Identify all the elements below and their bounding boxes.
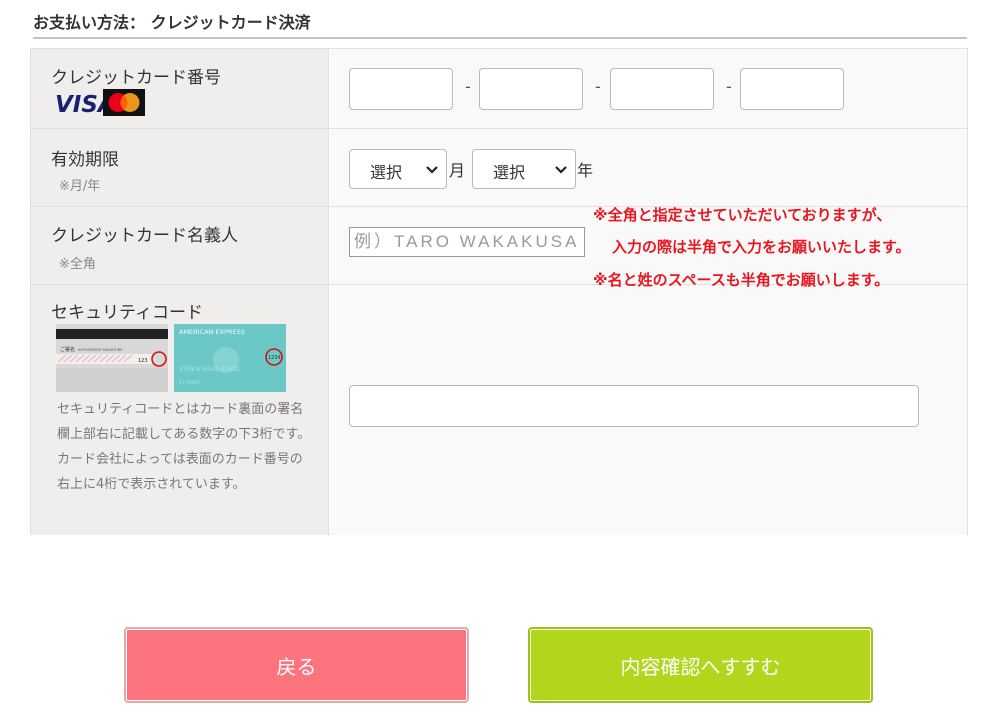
card-number-input-2[interactable] [479, 68, 583, 110]
expiry-field: 選択 月 選択 年 [330, 129, 967, 206]
chevron-down-icon [555, 166, 567, 174]
expiry-label: 有効期限 [51, 150, 119, 170]
svg-text:123: 123 [138, 358, 148, 364]
holder-notice-line-2: 入力の際は半角で入力をお願いいたします。 [612, 238, 911, 256]
label-cell: クレジットカード番号 VISA [31, 49, 329, 128]
select-value: 選択 [493, 163, 526, 182]
card-number-input-1[interactable] [349, 68, 453, 110]
row-expiry: 有効期限 ※月/年 選択 月 選択 年 [31, 129, 967, 207]
security-code-field [330, 285, 967, 535]
label-cell: 有効期限 ※月/年 [31, 129, 329, 206]
label-cell: セキュリティコード ご署名 AUTHORIZED SIGNATURE 123 A… [31, 285, 329, 535]
section-title: お支払い方法： クレジットカード決済 [33, 9, 967, 39]
separator: - [726, 77, 732, 96]
card-holder-note: ※全角 [59, 257, 96, 272]
payment-form-table: クレジットカード番号 VISA - - - 有効期限 ※月/年 選択 月 選択 … [30, 48, 968, 535]
card-holder-input[interactable] [349, 227, 585, 257]
mastercard-icon [103, 89, 145, 116]
svg-text:C F FROST: C F FROST [179, 380, 200, 385]
chevron-down-icon [426, 166, 438, 174]
svg-text:AUTHORIZED SIGNATURE: AUTHORIZED SIGNATURE [78, 348, 122, 352]
expiry-month-select[interactable]: 選択 [349, 149, 447, 189]
row-security-code: セキュリティコード ご署名 AUTHORIZED SIGNATURE 123 A… [31, 285, 967, 535]
security-code-description: セキュリティコードとはカード裏面の署名欄上部右に記載してある数字の下3桁です。 … [51, 397, 313, 497]
card-number-input-4[interactable] [740, 68, 844, 110]
card-brand-icons: VISA [55, 89, 145, 116]
select-value: 選択 [370, 163, 403, 182]
card-number-field: - - - [330, 49, 967, 128]
year-unit: 年 [577, 161, 594, 180]
separator: - [595, 77, 601, 96]
svg-text:1234: 1234 [268, 355, 281, 361]
description-line: カード会社によっては表面のカード番号の右上に4桁で表示されています。 [57, 452, 303, 492]
row-card-number: クレジットカード番号 VISA - - - [31, 49, 967, 129]
card-holder-label: クレジットカード名義人 [51, 226, 238, 246]
label-cell: クレジットカード名義人 ※全角 [31, 207, 329, 284]
svg-text:AMERICAN EXPRESS: AMERICAN EXPRESS [179, 328, 245, 336]
card-back-image: ご署名 AUTHORIZED SIGNATURE 123 [56, 324, 168, 392]
confirm-button[interactable]: 内容確認へすすむ [528, 627, 873, 703]
svg-text:3759 876543 21001: 3759 876543 21001 [179, 366, 240, 373]
security-code-label: セキュリティコード [51, 303, 203, 323]
holder-notice-line-3: ※名と姓のスペースも半角でお願いします。 [593, 271, 890, 289]
svg-text:ご署名: ご署名 [60, 346, 75, 353]
card-number-label: クレジットカード番号 [51, 68, 221, 88]
back-button[interactable]: 戻る [124, 627, 469, 703]
expiry-year-select[interactable]: 選択 [472, 149, 576, 189]
month-unit: 月 [449, 161, 466, 180]
holder-notice-line-1: ※全角と指定させていただいておりますが、 [593, 206, 892, 224]
security-code-card-images: ご署名 AUTHORIZED SIGNATURE 123 AMERICAN EX… [56, 324, 286, 392]
card-number-input-3[interactable] [610, 68, 714, 110]
separator: - [465, 77, 471, 96]
security-code-input[interactable] [349, 385, 919, 427]
amex-card-image: AMERICAN EXPRESS 1234 3759 876543 21001 … [174, 324, 286, 392]
description-line: セキュリティコードとはカード裏面の署名欄上部右に記載してある数字の下3桁です。 [57, 402, 311, 442]
expiry-note: ※月/年 [59, 179, 101, 194]
